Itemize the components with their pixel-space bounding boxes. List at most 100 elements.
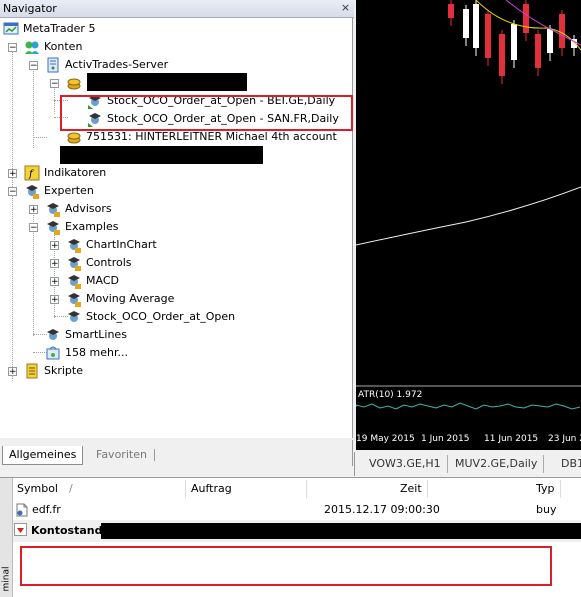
tree-root-label: MetaTrader 5 [23,22,96,35]
terminal-side-bar[interactable]: minal [0,478,13,597]
annotation-highlight-box [60,95,353,131]
folder-expert-icon [45,201,61,217]
candle-body [511,24,517,60]
tree-item-label: Advisors [65,202,112,215]
candle-body [535,34,541,68]
date-label: 1 Jun 2015 [421,434,470,444]
tab-favoriten[interactable]: Favoriten [90,446,153,464]
chart-tabs: VOW3.GE,H1 MUV2.GE,Daily DB1 [354,452,581,476]
chart-canvas [355,0,581,246]
price-chart[interactable] [355,0,581,385]
tree-item-label: Moving Average [86,292,175,305]
navigator-title: Navigator [3,2,57,15]
tree-item-label: MACD [86,274,119,287]
expert-advisor-icon [66,237,82,253]
chart-tab-muv2[interactable]: MUV2.GE,Daily [449,455,545,473]
navigator-tree: MetaTrader 5 − Konten − ActivTrades-Serv… [0,18,353,438]
macd-expand-toggle[interactable]: + [50,277,59,287]
sort-icon: / [69,482,73,495]
row-symbol: edf.fr [32,503,61,516]
experts-folder-icon [24,183,40,199]
server-icon [45,57,61,73]
orders-table-header: Symbol / Auftrag Zeit Typ [13,478,581,501]
chart-tab-db1[interactable]: DB1 [555,455,581,473]
chart-tab-vow3[interactable]: VOW3.GE,H1 [363,455,448,473]
redacted-account-row [60,146,263,164]
column-zeit[interactable]: Zeit [400,481,422,497]
date-label: 19 May 2015 [356,434,415,444]
atr-line [355,402,581,410]
candle-body [499,34,505,76]
redacted-account-name [87,73,247,91]
candle-body [559,14,565,48]
tree-item-label: ActivTrades-Server [65,58,169,71]
candle-body [448,4,454,18]
tree-item-label: 158 mehr... [65,346,128,359]
chartinchart-expand-toggle[interactable]: + [50,241,59,251]
expert-advisor-icon [66,309,82,325]
date-label: 23 Jun 2 [548,434,581,444]
atr-label: ATR(10) 1.972 [358,390,423,400]
terminal-panel: minal Symbol / Auftrag Zeit Typ edf.fr 2… [0,477,581,597]
account-coin-icon [66,129,82,145]
skripte-expand-toggle[interactable]: + [8,367,17,377]
atr-subwindow[interactable]: ATR(10) 1.972 [355,387,581,432]
tab-allgemeines[interactable]: Allgemeines [2,446,84,465]
navigator-tabs: Allgemeines Favoriten [0,440,353,466]
candle-body [463,9,469,38]
order-document-icon [15,503,29,522]
table-row[interactable]: edf.fr 2015.12.17 09:00:30 buy [13,500,581,520]
tree-item-label: Indikatoren [44,166,107,179]
examples-collapse-toggle[interactable]: − [29,223,38,233]
moving-average-expand-toggle[interactable]: + [50,295,59,305]
indicator-icon: f [24,165,40,181]
candle-body [485,14,491,58]
controls-expand-toggle[interactable]: + [50,259,59,269]
balance-row: Kontostand: [13,521,581,541]
expert-advisor-icon [66,273,82,289]
tree-item-label: Konten [44,40,83,53]
candle-body [523,4,529,33]
tree-item-label: Stock_OCO_Order_at_Open [86,310,236,323]
equity-line [355,186,581,246]
empty-list-area [13,542,581,597]
candle-body [473,4,479,48]
column-symbol[interactable]: Symbol [17,481,58,497]
annotation-highlight-box [20,546,552,586]
close-icon[interactable]: × [339,1,352,14]
konten-collapse-toggle[interactable]: − [8,43,17,53]
tree-item-label: Skripte [44,364,83,377]
folder-expert-icon [45,219,61,235]
accounts-icon [24,39,40,55]
tree-item-label: SmartLines [65,328,127,341]
redacted-balance [101,523,581,539]
date-label: 11 Jun 2015 [484,434,539,444]
tree-item-label: Experten [44,184,94,197]
collapse-arrow-icon[interactable] [14,523,27,541]
navigator-title-bar: Navigator × [0,0,354,18]
scripts-icon [24,363,40,379]
candle-body [547,29,553,53]
column-auftrag[interactable]: Auftrag [191,481,232,497]
account-collapse-toggle[interactable]: − [50,79,59,89]
column-typ[interactable]: Typ [536,481,555,497]
expert-advisor-icon [66,291,82,307]
tree-item-label: Examples [65,220,119,233]
expert-advisor-icon [45,327,61,343]
indikatoren-expand-toggle[interactable]: + [8,169,17,179]
advisors-expand-toggle[interactable]: + [29,205,38,215]
market-icon [45,345,61,361]
experten-collapse-toggle[interactable]: − [8,187,17,197]
tree-item-label: ChartInChart [86,238,157,251]
expert-advisor-icon [66,255,82,271]
row-zeit: 2015.12.17 09:00:30 [324,503,440,516]
balance-label: Kontostand: [31,524,107,537]
tree-item-label: 751531: HINTERLEITNER Michael 4th accoun… [86,130,337,143]
date-axis: 19 May 2015 1 Jun 2015 11 Jun 2015 23 Ju… [356,432,581,450]
account-coin-icon [66,75,82,91]
tree-item-label: Controls [86,256,132,269]
terminal-side-label: minal [1,566,12,592]
terminal-icon [3,21,19,37]
row-typ: buy [536,503,557,516]
server-collapse-toggle[interactable]: − [29,61,38,71]
